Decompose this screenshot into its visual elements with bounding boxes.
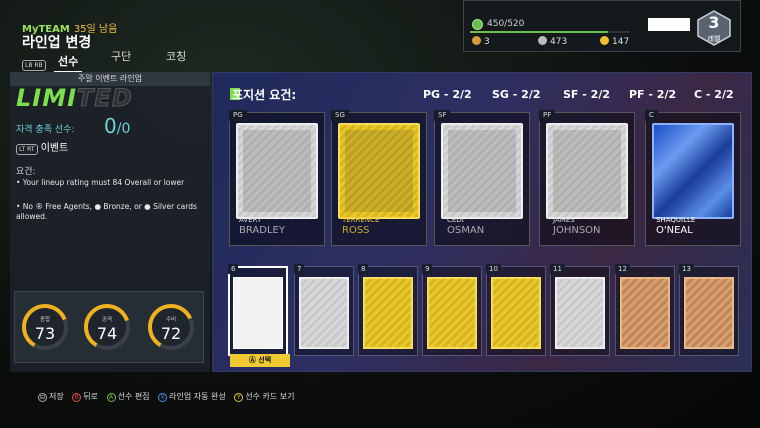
player-card[interactable] <box>236 123 318 219</box>
player-last-name: OSMAN <box>447 225 485 236</box>
xp-bar-fill <box>470 31 609 33</box>
level-number: 3 <box>708 13 720 32</box>
coin-count: 147 <box>600 36 629 47</box>
offense-value: 74 <box>96 324 118 343</box>
requirement-line: • Your lineup rating must 84 Overall or … <box>16 178 185 187</box>
position-tab: PG <box>229 110 247 121</box>
position-requirements-title: 포지션 요건: <box>232 88 297 102</box>
player-card[interactable] <box>652 123 734 219</box>
pf-requirement: PF - 2/2 <box>629 88 677 101</box>
overall-label: 종합 <box>39 317 51 323</box>
player-card[interactable] <box>491 277 541 349</box>
sg-requirement: SG - 2/2 <box>492 88 541 101</box>
position-tab: PF <box>539 110 556 121</box>
b-button-icon: B <box>72 393 82 402</box>
token-icon <box>472 36 481 45</box>
sf-requirement: SF - 2/2 <box>563 88 610 101</box>
tab-coaching[interactable]: 코칭 <box>166 48 186 64</box>
offense-label: 공격 <box>101 317 113 323</box>
player-card[interactable] <box>363 277 413 349</box>
player-card[interactable] <box>684 277 734 349</box>
username-box <box>648 18 690 31</box>
pg-requirement: PG - 2/2 <box>423 88 472 101</box>
player-card[interactable] <box>441 123 523 219</box>
mt-count: 473 <box>538 36 567 47</box>
player-card[interactable] <box>620 277 670 349</box>
player-card[interactable] <box>427 277 477 349</box>
token-count: 3 <box>472 36 490 47</box>
tab-players[interactable]: 선수 <box>53 53 83 73</box>
bench-number: 12 <box>615 264 630 274</box>
player-last-name: ROSS <box>342 225 370 236</box>
select-button[interactable]: Ⓐ 선택 <box>230 354 290 367</box>
limited-logo: LIMITED <box>16 84 133 113</box>
player-card[interactable] <box>546 123 628 219</box>
lt-rt-hint: LT RT <box>16 144 38 155</box>
player-last-name: BRADLEY <box>239 225 285 236</box>
player-card[interactable] <box>299 277 349 349</box>
empty-card-slot[interactable] <box>233 277 283 349</box>
overall-value: 73 <box>34 324 56 343</box>
player-card[interactable] <box>338 123 420 219</box>
event-label: 이벤트 <box>40 143 69 154</box>
player-last-name: JOHNSON <box>553 225 601 236</box>
coin-icon <box>600 36 609 45</box>
player-last-name: O'NEAL <box>656 225 693 236</box>
bench-number: 8 <box>358 264 369 274</box>
mt-icon <box>538 36 547 45</box>
view-card-hint[interactable]: Y 선수 카드 보기 <box>234 391 295 402</box>
bench-number: 10 <box>486 264 501 274</box>
level-label: 레벨 <box>707 35 721 43</box>
eligible-players-count: 0/0 <box>104 114 131 138</box>
tab-club[interactable]: 구단 <box>111 48 131 64</box>
edit-player-hint[interactable]: A 선수 편집 <box>106 391 150 402</box>
save-hint[interactable]: ⊟ 저장 <box>38 391 64 402</box>
y-button-icon: Y <box>234 393 244 402</box>
bench-number: 9 <box>422 264 433 274</box>
xp-icon <box>472 19 483 30</box>
bench-number: 6 <box>228 264 239 274</box>
player-first-name: JAMES <box>553 216 575 224</box>
requirements-title: 요건: <box>16 167 36 177</box>
position-tab: SF <box>434 110 451 121</box>
player-first-name: TERRENCE <box>342 216 380 224</box>
player-first-name: SHAQUILLE <box>656 216 696 224</box>
x-button-icon: X <box>158 393 168 402</box>
controller-hints: ⊟ 저장 B 뒤로 A 선수 편집 X 라인업 자동 완성 Y 선수 카드 보기 <box>38 391 301 402</box>
a-button-icon: A <box>106 393 116 402</box>
view-button-icon: ⊟ <box>38 393 47 402</box>
player-card[interactable] <box>555 277 605 349</box>
bench-number: 11 <box>550 264 565 274</box>
a-button-icon: Ⓐ <box>248 356 259 364</box>
defense-label: 수비 <box>165 317 177 323</box>
back-hint[interactable]: B 뒤로 <box>72 391 98 402</box>
player-first-name: CEDI <box>447 216 464 224</box>
requirement-line: • No ® Free Agents, ● Bronze, or ● Silve… <box>16 202 197 221</box>
event-selector[interactable]: LT RT 이벤트 <box>16 139 68 155</box>
defense-value: 72 <box>160 324 182 343</box>
eligible-players-label: 자격 충족 선수: <box>16 125 75 135</box>
bench-number: 13 <box>679 264 694 274</box>
bench-number: 7 <box>294 264 305 274</box>
page-title: 라인업 변경 <box>22 35 92 51</box>
position-tab: SG <box>331 110 349 121</box>
xp-value: 450/520 <box>487 19 525 29</box>
c-requirement: C - 2/2 <box>694 88 734 101</box>
lb-rb-hint: LB RB <box>22 52 46 71</box>
autofill-hint[interactable]: X 라인업 자동 완성 <box>158 391 226 402</box>
player-first-name: AVERY <box>239 216 262 224</box>
position-tab: C <box>645 110 658 121</box>
